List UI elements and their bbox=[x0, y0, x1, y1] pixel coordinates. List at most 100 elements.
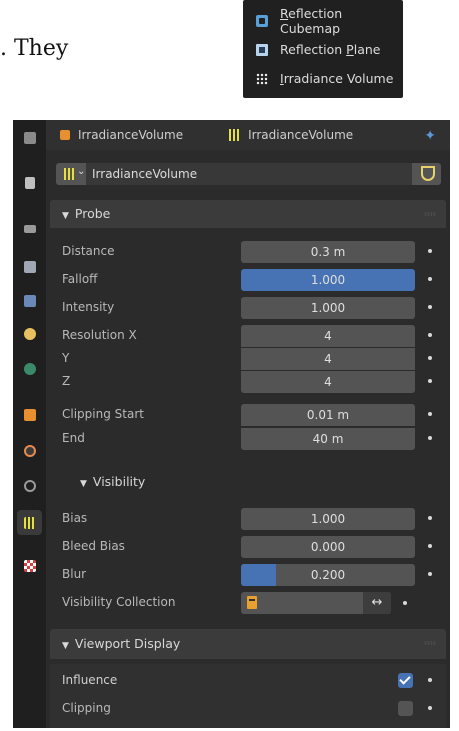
distance-label: Distance bbox=[62, 244, 115, 258]
bias-row: Bias 1.000 bbox=[50, 508, 446, 531]
clipping-start-row: Clipping Start 0.01 m bbox=[50, 404, 446, 427]
bias-field[interactable]: 1.000 bbox=[241, 508, 415, 530]
keyframe-dot-icon[interactable] bbox=[403, 601, 407, 605]
falloff-label: Falloff bbox=[62, 272, 98, 286]
blur-value: 0.200 bbox=[310, 568, 346, 582]
keyframe-dot-icon[interactable] bbox=[428, 249, 432, 253]
clipping-end-label: End bbox=[62, 431, 85, 445]
keyframe-dot-icon[interactable] bbox=[428, 678, 432, 682]
tab-output[interactable] bbox=[17, 254, 42, 279]
reflection-plane-icon bbox=[256, 43, 268, 56]
keyframe-dot-icon[interactable] bbox=[428, 333, 432, 337]
pin-icon[interactable]: ✦ bbox=[424, 128, 436, 144]
tab-world[interactable] bbox=[17, 356, 42, 381]
probe-panel-header[interactable]: ▼ Probe bbox=[50, 200, 446, 228]
keyframe-dot-icon[interactable] bbox=[428, 516, 432, 520]
clipping-checkbox[interactable] bbox=[398, 701, 413, 716]
header-data-name[interactable]: IrradianceVolume bbox=[248, 128, 353, 142]
keyframe-dot-icon[interactable] bbox=[428, 277, 432, 281]
menu-item-reflection-cubemap[interactable]: Reflection Cubemap bbox=[243, 5, 403, 36]
physics-icon bbox=[23, 444, 36, 457]
keyframe-dot-icon[interactable] bbox=[428, 305, 432, 309]
tab-view-layer[interactable] bbox=[17, 288, 42, 313]
viewport-display-panel-header[interactable]: ▼ Viewport Display bbox=[50, 629, 446, 659]
expand-arrow-icon: ▼ bbox=[62, 641, 69, 651]
menu-item-label: Irradiance Volume bbox=[280, 71, 394, 86]
clipping-row: Clipping bbox=[50, 698, 446, 721]
properties-tabs bbox=[13, 120, 46, 728]
tab-object[interactable] bbox=[17, 402, 42, 427]
menu-item-irradiance-volume[interactable]: Irradiance Volume bbox=[243, 64, 403, 93]
menu-item-label: Reflection Plane bbox=[280, 42, 381, 57]
reflection-cubemap-icon bbox=[256, 14, 268, 27]
keyframe-dot-icon[interactable] bbox=[428, 706, 432, 710]
clipping-start-label: Clipping Start bbox=[62, 407, 144, 421]
wrench-icon bbox=[24, 176, 35, 189]
falloff-field[interactable]: 1.000 bbox=[241, 269, 415, 291]
texture-icon bbox=[23, 559, 36, 572]
intensity-field[interactable]: 1.000 bbox=[241, 297, 415, 319]
datablock-name-field[interactable]: IrradianceVolume bbox=[86, 163, 412, 185]
render-icon bbox=[23, 224, 36, 233]
bleed-bias-field[interactable]: 0.000 bbox=[241, 536, 415, 558]
clipping-start-field[interactable]: 0.01 m bbox=[241, 404, 415, 426]
datablock-selector[interactable]: ⌄ IrradianceVolume bbox=[56, 163, 441, 185]
blur-label: Blur bbox=[62, 567, 87, 581]
keyframe-dot-icon[interactable] bbox=[428, 436, 432, 440]
visibility-collection-label: Visibility Collection bbox=[62, 595, 176, 609]
properties-header: IrradianceVolume IrradianceVolume ✦ bbox=[46, 120, 450, 150]
menu-item-reflection-plane[interactable]: Reflection Plane bbox=[243, 35, 403, 64]
tab-texture[interactable] bbox=[17, 553, 42, 578]
resolution-y-row: Y 4 bbox=[50, 348, 446, 371]
object-icon bbox=[23, 408, 36, 421]
tab-light-probe-data[interactable] bbox=[17, 510, 42, 535]
clipping-end-field[interactable]: 40 m bbox=[241, 428, 415, 450]
drag-grip-icon[interactable] bbox=[424, 641, 436, 645]
blur-row: Blur 0.200 bbox=[50, 564, 446, 587]
tab-tool[interactable] bbox=[17, 170, 42, 195]
resolution-y-field[interactable]: 4 bbox=[241, 348, 415, 370]
viewport-display-panel-title: Viewport Display bbox=[74, 636, 181, 651]
resolution-y-label: Y bbox=[62, 351, 70, 365]
distance-field[interactable]: 0.3 m bbox=[241, 241, 415, 263]
clipping-label: Clipping bbox=[62, 701, 111, 715]
keyframe-dot-icon[interactable] bbox=[428, 379, 432, 383]
visibility-collection-field[interactable]: ↔ bbox=[241, 592, 391, 614]
object-icon bbox=[60, 130, 70, 140]
resolution-z-field[interactable]: 4 bbox=[241, 371, 415, 393]
add-light-probe-menu: Reflection Cubemap Reflection Plane Irra… bbox=[243, 0, 403, 98]
menu-item-label-rest: eflection Cubemap bbox=[280, 5, 343, 36]
resolution-x-field[interactable]: 4 bbox=[241, 325, 415, 347]
tab-scene[interactable] bbox=[17, 321, 42, 346]
bleed-bias-row: Bleed Bias 0.000 bbox=[50, 536, 446, 559]
influence-label: Influence bbox=[62, 673, 118, 687]
bleed-bias-label: Bleed Bias bbox=[62, 539, 125, 553]
clipping-end-row: End 40 m bbox=[50, 428, 446, 451]
tab-constraints[interactable] bbox=[17, 473, 42, 498]
keyframe-dot-icon[interactable] bbox=[428, 356, 432, 360]
visibility-collection-row: Visibility Collection ↔ bbox=[50, 592, 446, 615]
header-object-name[interactable]: IrradianceVolume bbox=[78, 128, 183, 142]
visibility-subpanel-header[interactable]: ▼ Visibility bbox=[50, 468, 446, 496]
resolution-z-label: Z bbox=[62, 374, 71, 388]
tab-physics[interactable] bbox=[17, 438, 42, 463]
tab-render[interactable] bbox=[17, 216, 42, 241]
expand-arrow-icon: ▼ bbox=[80, 479, 87, 489]
invert-collection-button[interactable]: ↔ bbox=[363, 592, 391, 614]
editor-type-button[interactable] bbox=[17, 125, 42, 150]
visibility-subpanel-title: Visibility bbox=[92, 474, 146, 489]
world-icon bbox=[23, 362, 36, 375]
keyframe-dot-icon[interactable] bbox=[428, 412, 432, 416]
scene-icon bbox=[23, 327, 36, 340]
drag-grip-icon[interactable] bbox=[424, 212, 436, 216]
properties-editor: IrradianceVolume IrradianceVolume ✦ ⌄ Ir… bbox=[13, 120, 450, 728]
influence-checkbox[interactable] bbox=[398, 673, 413, 688]
keyframe-dot-icon[interactable] bbox=[428, 572, 432, 576]
keyframe-dot-icon[interactable] bbox=[428, 544, 432, 548]
bias-label: Bias bbox=[62, 511, 88, 525]
resolution-x-label: Resolution X bbox=[62, 328, 137, 342]
fake-user-shield-icon[interactable] bbox=[421, 166, 435, 181]
blur-slider-fill bbox=[241, 564, 276, 586]
distance-row: Distance 0.3 m bbox=[50, 241, 446, 264]
blur-slider[interactable]: 0.200 bbox=[241, 564, 415, 586]
